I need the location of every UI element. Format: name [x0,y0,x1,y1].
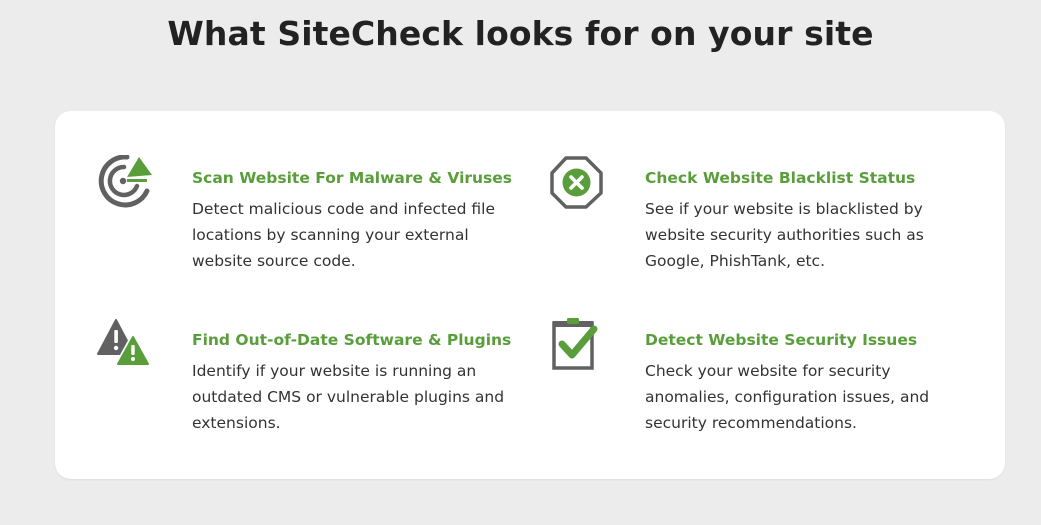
description-line: extensions. [192,414,281,432]
description-line: Detect malicious code and infected file [192,200,495,218]
feature-description: Check your website for security anomalie… [645,358,975,436]
description-line: security recommendations. [645,414,857,432]
description-line: Identify if your website is running an [192,362,477,380]
feature-description: Identify if your website is running an o… [192,358,522,436]
feature-title: Find Out-of-Date Software & Plugins [192,331,512,349]
feature-title: Detect Website Security Issues [645,331,918,349]
feature-title: Scan Website For Malware & Viruses [192,169,513,187]
feature-description: See if your website is blacklisted by we… [645,196,975,274]
description-line: Google, PhishTank, etc. [645,252,826,270]
description-line: outdated CMS or vulnerable plugins and [192,388,505,406]
description-line: See if your website is blacklisted by [645,200,923,218]
clipboard-check-icon [550,317,606,373]
page-title: What SiteCheck looks for on your site [167,14,874,53]
malware-scan-icon [97,155,153,211]
feature-title: Check Website Blacklist Status [645,169,916,187]
description-line: website source code. [192,252,356,270]
description-line: Check your website for security [645,362,891,380]
description-line: website security authorities such as [645,226,924,244]
features-card: Scan Website For Malware & Viruses Detec… [55,111,1005,479]
warning-triangles-icon [97,317,153,373]
description-line: locations by scanning your external [192,226,469,244]
blacklist-x-icon [550,155,606,211]
feature-description: Detect malicious code and infected file … [192,196,522,274]
description-line: anomalies, configuration issues, and [645,388,930,406]
